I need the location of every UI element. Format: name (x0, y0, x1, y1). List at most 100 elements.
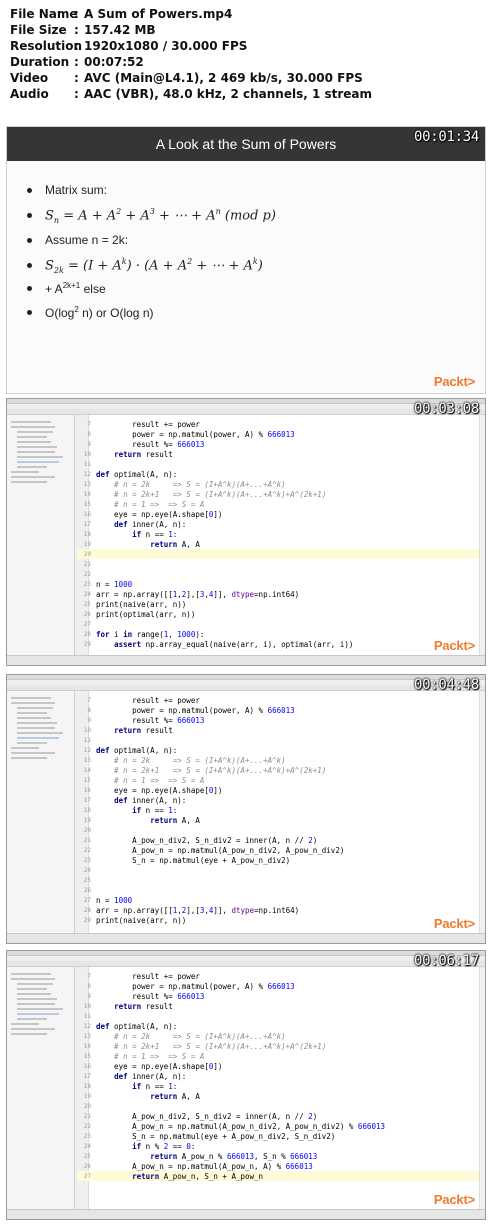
code-line[interactable]: 14 # n = 2k+1 => S = (I+A^k)(A+...+A^k)+… (77, 765, 479, 775)
code-line[interactable]: 13 # n = 2k => S = (I+A^k)(A+...+A^k) (77, 755, 479, 765)
project-tree-item[interactable] (17, 1008, 63, 1010)
code-line[interactable]: 12 def optimal(A, n): (77, 745, 479, 755)
code-line[interactable]: 17 def inner(A, n): (77, 795, 479, 805)
code-line[interactable]: 29 print(naive(arr, n)) (77, 915, 479, 925)
project-tree-item[interactable] (17, 456, 63, 458)
code-line[interactable]: 14 # n = 2k+1 => S = (I+A^k)(A+...+A^k)+… (77, 1041, 479, 1051)
code-line[interactable]: 8 power = np.matmul(power, A) % 666013 (77, 705, 479, 715)
code-line[interactable]: 7 result += power (77, 971, 479, 981)
code-line[interactable]: 29 assert np.array_equal(naive(arr, i), … (77, 639, 479, 649)
project-tree-item[interactable] (17, 737, 59, 739)
project-tree-item[interactable] (17, 722, 57, 724)
project-tree-item[interactable] (17, 441, 51, 443)
code-line[interactable]: 12 def optimal(A, n): (77, 469, 479, 479)
code-line[interactable]: 25 (77, 875, 479, 885)
code-line[interactable]: 27 (77, 619, 479, 629)
code-line[interactable]: 7 result += power (77, 695, 479, 705)
project-tree-item[interactable] (11, 476, 55, 478)
project-tree-item[interactable] (17, 717, 51, 719)
project-tree-item[interactable] (17, 742, 47, 744)
project-tree-panel[interactable] (7, 691, 75, 933)
code-line[interactable]: 8 power = np.matmul(power, A) % 666013 (77, 981, 479, 991)
project-tree-item[interactable] (11, 1033, 47, 1035)
code-line[interactable]: 13 # n = 2k => S = (I+A^k)(A+...+A^k) (77, 479, 479, 489)
code-line[interactable]: 10 return result (77, 725, 479, 735)
code-line[interactable]: 20 (77, 825, 479, 835)
code-line[interactable]: 15 # n = 1 => => S = A (77, 1051, 479, 1061)
project-tree-item[interactable] (17, 707, 53, 709)
project-tree-item[interactable] (11, 978, 55, 980)
code-line[interactable]: 16 eye = np.eye(A.shape[0]) (77, 785, 479, 795)
code-line[interactable]: 24 if n % 2 == 0: (77, 1141, 479, 1151)
code-line[interactable]: 25 return A_pow_n % 666013, S_n % 666013 (77, 1151, 479, 1161)
code-line[interactable]: 21 (77, 559, 479, 569)
project-tree-item[interactable] (11, 426, 55, 428)
project-tree-item[interactable] (11, 1023, 39, 1025)
code-line[interactable]: 26 A_pow_n = np.matmul(A_pow_n, A) % 666… (77, 1161, 479, 1171)
code-line[interactable]: 18 if n == 1: (77, 529, 479, 539)
project-tree-item[interactable] (17, 1003, 55, 1005)
project-tree-item[interactable] (11, 1028, 55, 1030)
project-tree-item[interactable] (11, 752, 55, 754)
code-editor[interactable]: 7 result += power 8 power = np.matmul(pow… (77, 695, 479, 925)
code-line[interactable]: 12 def optimal(A, n): (77, 1021, 479, 1031)
code-line[interactable]: 22 A_pow_n = np.matmul(A_pow_n_div2, A_p… (77, 1121, 479, 1131)
code-line[interactable]: 9 result %= 666013 (77, 439, 479, 449)
code-line[interactable]: 17 def inner(A, n): (77, 519, 479, 529)
code-line[interactable]: 15 # n = 1 => => S = A (77, 499, 479, 509)
code-editor[interactable]: 7 result += power 8 power = np.matmul(pow… (77, 971, 479, 1181)
code-line[interactable]: 24 arr = np.array([[1,2],[3,4]], dtype=np… (77, 589, 479, 599)
project-tree-item[interactable] (11, 747, 39, 749)
code-line[interactable]: 10 return result (77, 1001, 479, 1011)
code-line[interactable]: 22 A_pow_n = np.matmul(A_pow_n_div2, A_p… (77, 845, 479, 855)
code-line[interactable]: 28 for i in range(1, 1000): (77, 629, 479, 639)
code-line[interactable]: 17 def inner(A, n): (77, 1071, 479, 1081)
code-line[interactable]: 8 power = np.matmul(power, A) % 666013 (77, 429, 479, 439)
code-line[interactable]: 20 (77, 549, 479, 559)
project-tree-item[interactable] (17, 983, 53, 985)
code-line[interactable]: 18 if n == 1: (77, 805, 479, 815)
project-tree-item[interactable] (11, 421, 51, 423)
project-tree-item[interactable] (11, 481, 47, 483)
code-line[interactable]: 11 (77, 1011, 479, 1021)
project-tree-item[interactable] (17, 998, 57, 1000)
editor-scrollbar[interactable] (479, 415, 485, 655)
project-tree-item[interactable] (17, 446, 57, 448)
code-line[interactable]: 21 A_pow_n_div2, S_n_div2 = inner(A, n /… (77, 1111, 479, 1121)
editor-scrollbar[interactable] (479, 691, 485, 933)
code-line[interactable]: 15 # n = 1 => => S = A (77, 775, 479, 785)
code-line[interactable]: 22 (77, 569, 479, 579)
code-line[interactable]: 23 S_n = np.matmul(eye + A_pow_n_div2, S… (77, 1131, 479, 1141)
project-tree-item[interactable] (11, 702, 55, 704)
code-line[interactable]: 23 S_n = np.matmul(eye + A_pow_n_div2) (77, 855, 479, 865)
project-tree-item[interactable] (17, 431, 53, 433)
project-tree-panel[interactable] (7, 967, 75, 1209)
code-line[interactable]: 11 (77, 459, 479, 469)
code-line[interactable]: 25 print(naive(arr, n)) (77, 599, 479, 609)
code-line[interactable]: 23 n = 1000 (77, 579, 479, 589)
project-tree-item[interactable] (17, 988, 47, 990)
project-tree-item[interactable] (11, 471, 39, 473)
project-tree-item[interactable] (11, 757, 47, 759)
code-line[interactable]: 9 result %= 666013 (77, 715, 479, 725)
project-tree-item[interactable] (11, 973, 51, 975)
code-line[interactable]: 18 if n == 1: (77, 1081, 479, 1091)
project-tree-item[interactable] (17, 1018, 47, 1020)
code-line[interactable]: 13 # n = 2k => S = (I+A^k)(A+...+A^k) (77, 1031, 479, 1041)
code-line[interactable]: 19 return A, A (77, 815, 479, 825)
code-line[interactable]: 11 (77, 735, 479, 745)
code-line[interactable]: 19 return A, A (77, 1091, 479, 1101)
project-tree-item[interactable] (17, 1013, 59, 1015)
code-editor[interactable]: 7 result += power 8 power = np.matmul(pow… (77, 419, 479, 649)
editor-scrollbar[interactable] (479, 967, 485, 1209)
code-line[interactable]: 20 (77, 1101, 479, 1111)
code-line[interactable]: 16 eye = np.eye(A.shape[0]) (77, 509, 479, 519)
project-tree-item[interactable] (17, 727, 55, 729)
project-tree-panel[interactable] (7, 415, 75, 655)
code-line[interactable]: 16 eye = np.eye(A.shape[0]) (77, 1061, 479, 1071)
code-line[interactable]: 21 A_pow_n_div2, S_n_div2 = inner(A, n /… (77, 835, 479, 845)
project-tree-item[interactable] (17, 712, 47, 714)
project-tree-item[interactable] (17, 461, 59, 463)
project-tree-item[interactable] (17, 466, 47, 468)
code-line[interactable]: 10 return result (77, 449, 479, 459)
